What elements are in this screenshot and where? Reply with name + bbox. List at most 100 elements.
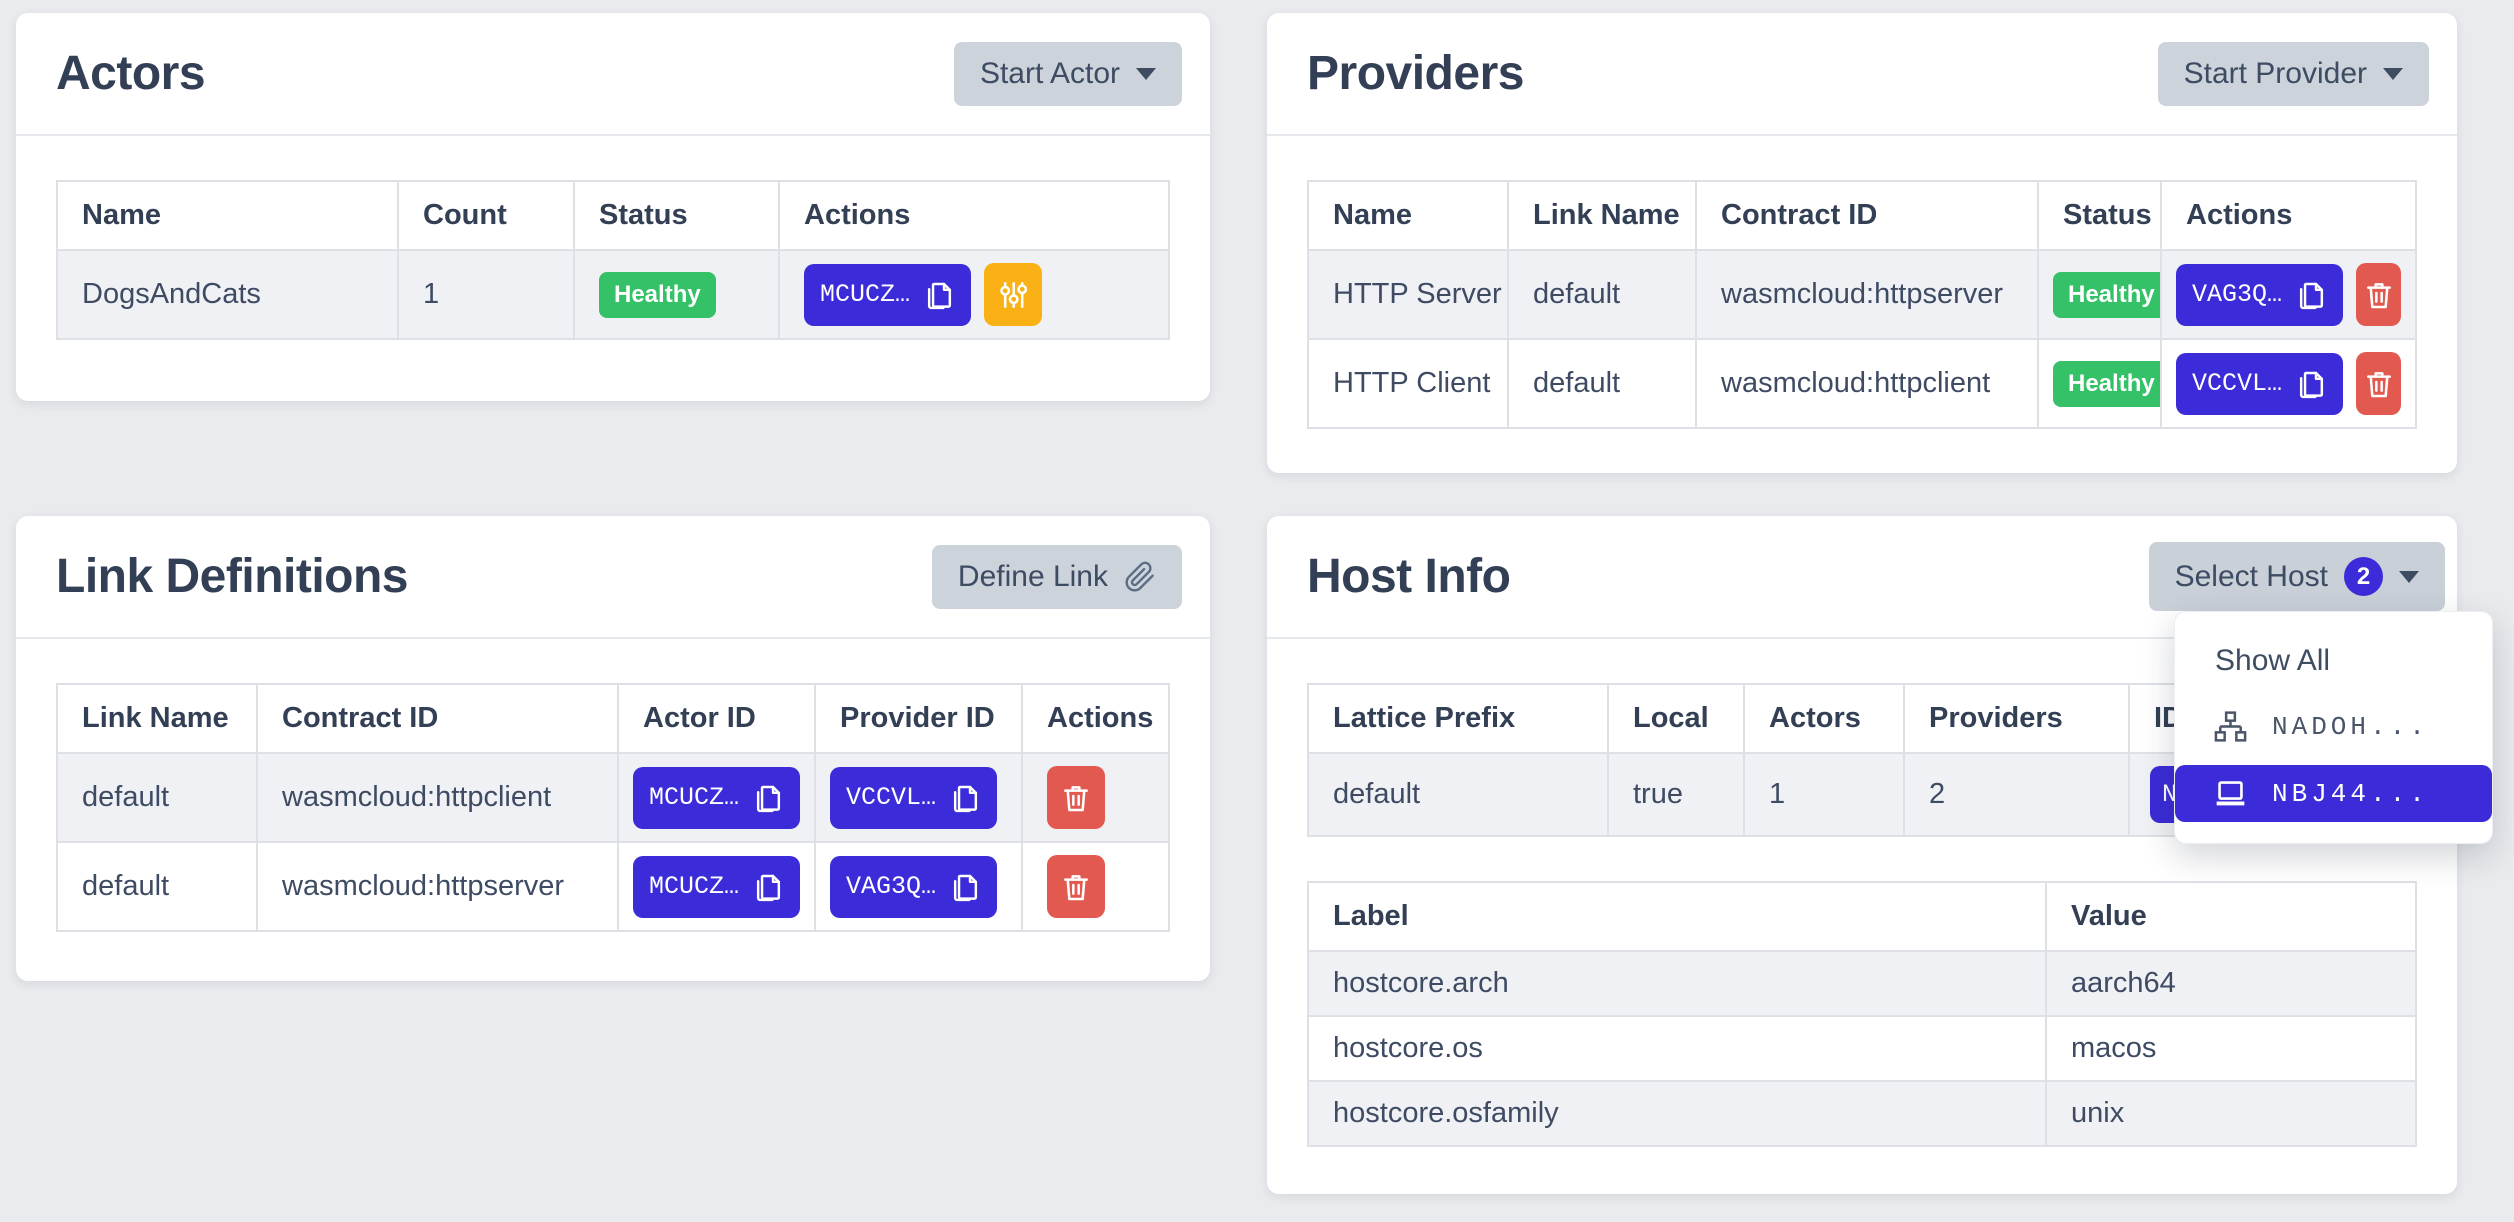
- host-actors-count: 1: [1744, 753, 1904, 836]
- actor-id-label: MCUCZ…: [649, 872, 739, 901]
- provider-contract-id: wasmcloud:httpclient: [1696, 339, 2038, 428]
- host-label-value: macos: [2046, 1016, 2416, 1081]
- chevron-down-icon: [1136, 68, 1156, 80]
- provider-id-copy-button[interactable]: VCCVL…: [830, 767, 997, 829]
- chevron-down-icon: [2383, 68, 2403, 80]
- link-name: default: [57, 842, 257, 931]
- link-definitions-panel: Link Definitions Define Link Link Name C…: [16, 516, 1210, 981]
- providers-table: Name Link Name Contract ID Status Action…: [1307, 180, 2417, 429]
- actors-panel: Actors Start Actor Name Count Status Act…: [16, 13, 1210, 401]
- laptop-icon: [2213, 776, 2248, 811]
- link-definitions-table: Link Name Contract ID Actor ID Provider …: [56, 683, 1170, 932]
- copy-icon: [753, 781, 784, 815]
- link-contract-id: wasmcloud:httpserver: [257, 842, 618, 931]
- page-title-host-info: Host Info: [1307, 549, 1510, 604]
- provider-name: HTTP Server: [1308, 250, 1508, 339]
- dashboard: Actors Start Actor Name Count Status Act…: [0, 0, 2514, 1222]
- host-local: true: [1608, 753, 1744, 836]
- sitemap-icon: [2213, 709, 2248, 744]
- copy-icon: [753, 870, 784, 904]
- stop-provider-button[interactable]: [2356, 263, 2401, 326]
- dropdown-item-host-selected[interactable]: NBJ44...: [2175, 765, 2492, 822]
- actors-header: Actors Start Actor: [16, 13, 1210, 136]
- provider-id-copy-button[interactable]: VAG3Q…: [2176, 264, 2343, 326]
- actor-id-copy-button[interactable]: MCUCZ…: [633, 856, 800, 918]
- host-providers-count: 2: [1904, 753, 2129, 836]
- providers-header: Providers Start Provider: [1267, 13, 2457, 136]
- column-header: Status: [2038, 181, 2161, 250]
- host-label-value: unix: [2046, 1081, 2416, 1146]
- table-row: hostcore.os macos: [1308, 1016, 2416, 1081]
- table-row: DogsAndCats 1 Healthy MCUCZ…: [57, 250, 1169, 339]
- host-label: hostcore.osfamily: [1308, 1081, 2046, 1146]
- column-header: Contract ID: [257, 684, 618, 753]
- provider-id-copy-button[interactable]: VAG3Q…: [830, 856, 997, 918]
- paperclip-icon: [1124, 561, 1156, 593]
- column-header: Actors: [1744, 684, 1904, 753]
- copy-icon: [950, 870, 981, 904]
- column-header: Actions: [1022, 684, 1169, 753]
- column-header: Lattice Prefix: [1308, 684, 1608, 753]
- actor-id-copy-button[interactable]: MCUCZ…: [633, 767, 800, 829]
- host-count-badge: 2: [2344, 557, 2383, 596]
- start-provider-label: Start Provider: [2184, 57, 2367, 91]
- host-labels-table: Label Value hostcore.arch aarch64 hostco…: [1307, 881, 2417, 1147]
- column-header: Local: [1608, 684, 1744, 753]
- start-provider-button[interactable]: Start Provider: [2158, 42, 2429, 106]
- start-actor-button[interactable]: Start Actor: [954, 42, 1182, 106]
- define-link-button[interactable]: Define Link: [932, 545, 1182, 609]
- provider-id-label: VCCVL…: [846, 783, 936, 812]
- provider-link-name: default: [1508, 250, 1696, 339]
- column-header: Label: [1308, 882, 2046, 951]
- column-header: Count: [398, 181, 574, 250]
- actor-scale-button[interactable]: [984, 263, 1042, 326]
- trash-icon: [2363, 367, 2395, 401]
- table-row: HTTP Client default wasmcloud:httpclient…: [1308, 339, 2416, 428]
- status-badge: Healthy: [2053, 272, 2161, 318]
- start-actor-label: Start Actor: [980, 57, 1120, 91]
- copy-icon: [924, 278, 955, 312]
- column-header: Link Name: [1508, 181, 1696, 250]
- link-definitions-header: Link Definitions Define Link: [16, 516, 1210, 639]
- table-header-row: Name Link Name Contract ID Status Action…: [1308, 181, 2416, 250]
- link-name: default: [57, 753, 257, 842]
- column-header: Status: [574, 181, 779, 250]
- trash-icon: [1060, 870, 1092, 904]
- status-badge: Healthy: [2053, 361, 2161, 407]
- page-title-link-definitions: Link Definitions: [56, 549, 408, 604]
- delete-link-button[interactable]: [1047, 766, 1105, 829]
- column-header: Value: [2046, 882, 2416, 951]
- column-header: Actions: [779, 181, 1169, 250]
- table-row: default wasmcloud:httpserver MCUCZ… VAG3…: [57, 842, 1169, 931]
- lattice-prefix: default: [1308, 753, 1608, 836]
- actor-name: DogsAndCats: [57, 250, 398, 339]
- host-id-label: NADOH...: [2272, 712, 2429, 742]
- table-row: hostcore.arch aarch64: [1308, 951, 2416, 1016]
- host-label-value: aarch64: [2046, 951, 2416, 1016]
- host-info-panel: Host Info Select Host 2 Show All NADOH..…: [1267, 516, 2457, 1194]
- trash-icon: [1060, 781, 1092, 815]
- table-header-row: Link Name Contract ID Actor ID Provider …: [57, 684, 1169, 753]
- trash-icon: [2363, 278, 2395, 312]
- provider-link-name: default: [1508, 339, 1696, 428]
- table-header-row: Name Count Status Actions: [57, 181, 1169, 250]
- select-host-button[interactable]: Select Host 2: [2149, 542, 2445, 611]
- provider-id-copy-button[interactable]: VCCVL…: [2176, 353, 2343, 415]
- column-header: Actions: [2161, 181, 2416, 250]
- provider-id-label: VAG3Q…: [846, 872, 936, 901]
- host-label: hostcore.arch: [1308, 951, 2046, 1016]
- dropdown-item-host[interactable]: NADOH...: [2175, 698, 2492, 755]
- sliders-icon: [996, 277, 1030, 313]
- link-contract-id: wasmcloud:httpclient: [257, 753, 618, 842]
- page-title-actors: Actors: [56, 46, 205, 101]
- stop-provider-button[interactable]: [2356, 352, 2401, 415]
- host-label: hostcore.os: [1308, 1016, 2046, 1081]
- dropdown-item-show-all[interactable]: Show All: [2175, 634, 2492, 690]
- actor-id-label: MCUCZ…: [820, 280, 910, 309]
- actor-id-copy-button[interactable]: MCUCZ…: [804, 264, 971, 326]
- actor-count: 1: [398, 250, 574, 339]
- provider-contract-id: wasmcloud:httpserver: [1696, 250, 2038, 339]
- status-badge: Healthy: [599, 272, 716, 318]
- delete-link-button[interactable]: [1047, 855, 1105, 918]
- provider-name: HTTP Client: [1308, 339, 1508, 428]
